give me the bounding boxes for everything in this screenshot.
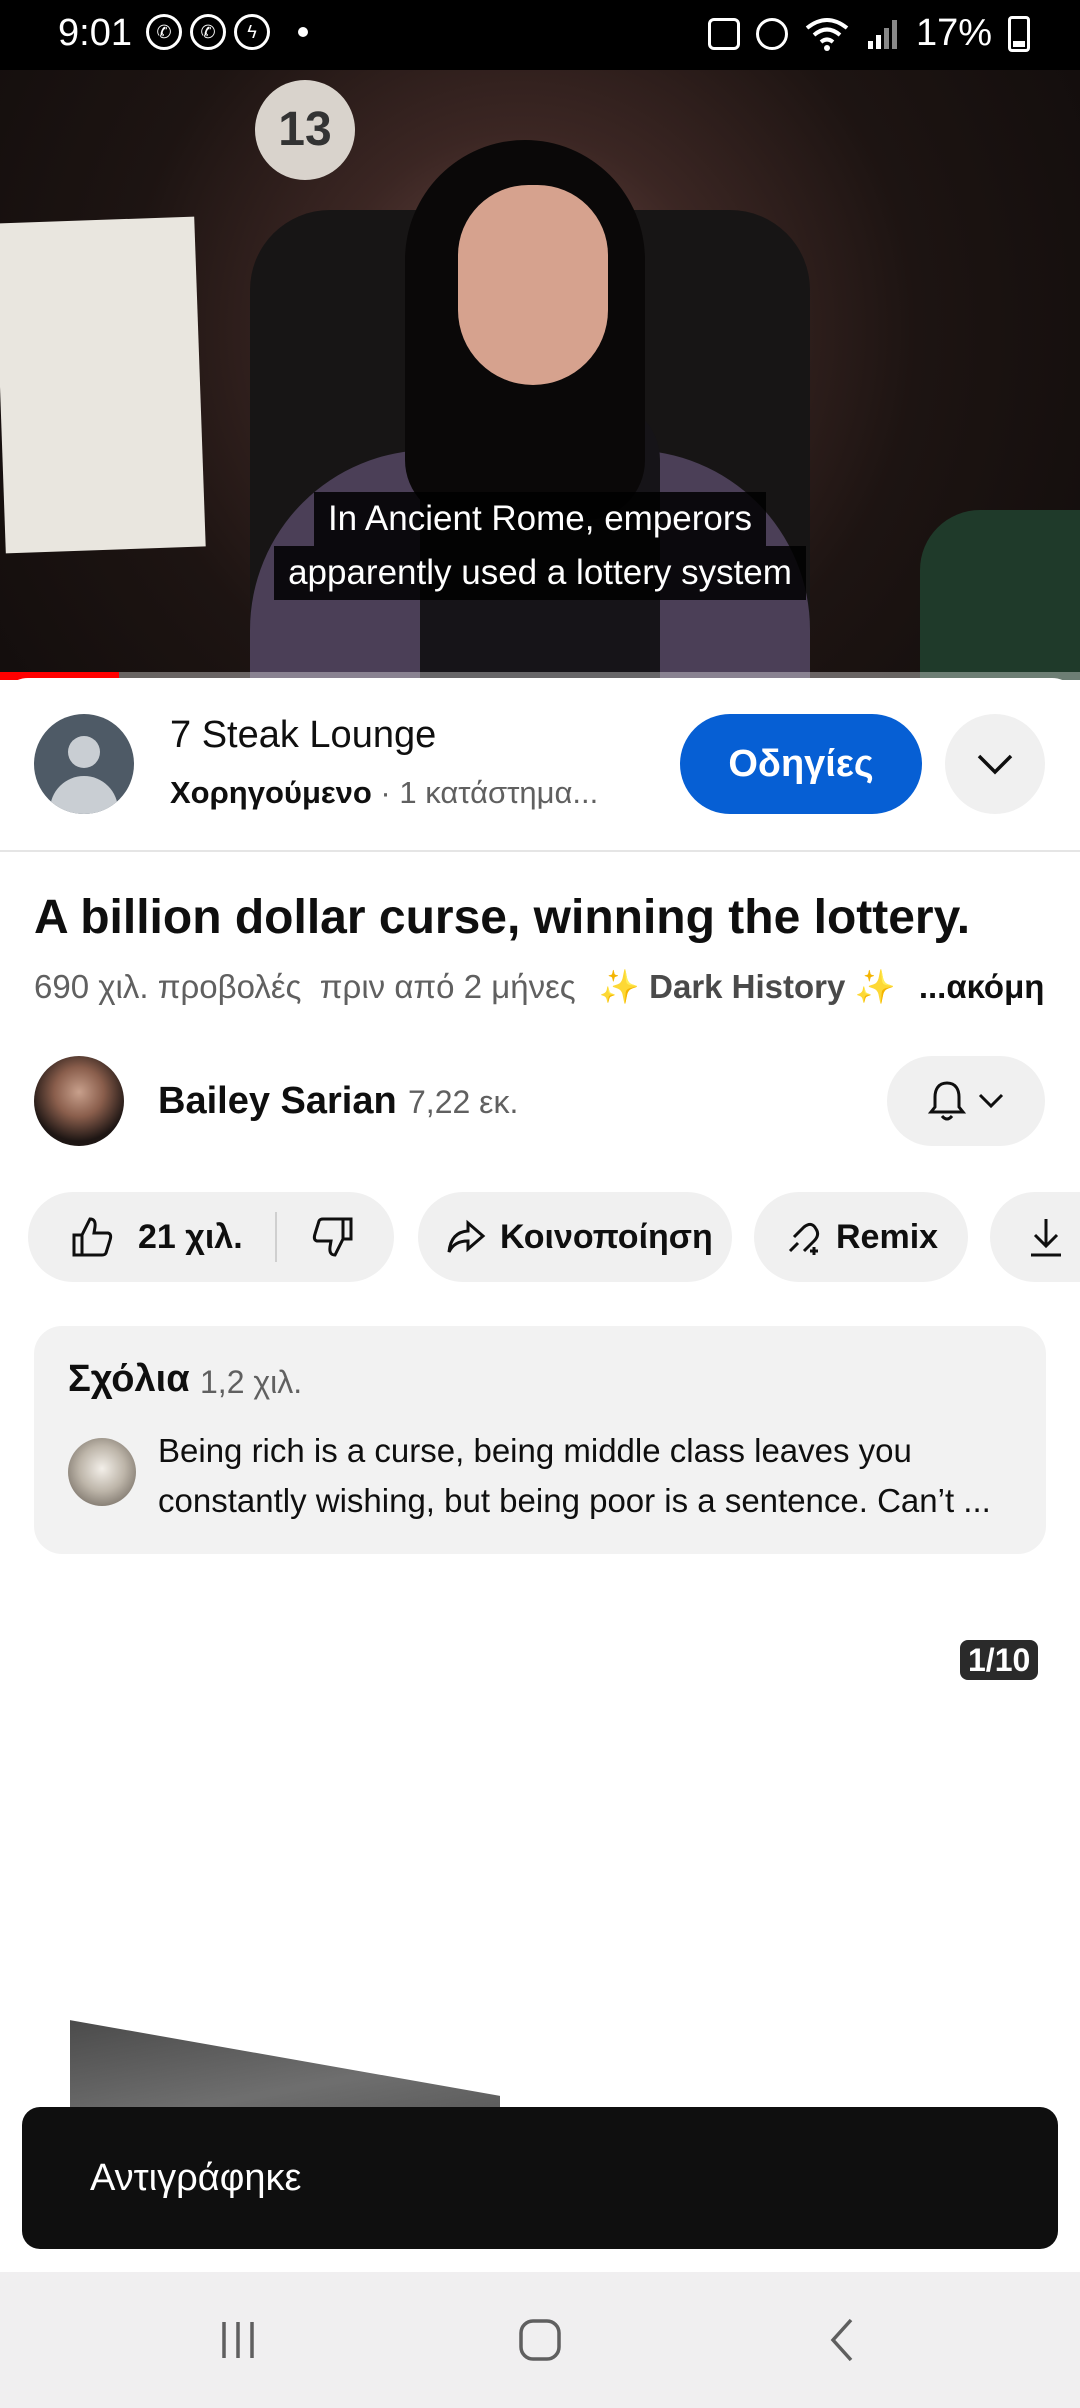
comments-count: 1,2 χιλ.: [200, 1364, 303, 1400]
video-meta[interactable]: 690 χιλ. προβολές πριν από 2 μήνες ✨ Dar…: [34, 968, 1044, 1007]
share-button[interactable]: Κοινοποίηση: [418, 1192, 732, 1282]
caption-line-2: apparently used a lottery system: [274, 546, 806, 600]
notifications-button[interactable]: [887, 1056, 1045, 1146]
back-button[interactable]: [802, 2308, 882, 2372]
more-notifications-dot: [298, 27, 308, 37]
bell-icon: [927, 1081, 967, 1121]
comments-heading: Σχόλια: [68, 1358, 190, 1400]
system-navigation-bar: [0, 2272, 1080, 2408]
directions-button[interactable]: Οδηγίες: [680, 714, 922, 814]
video-player[interactable]: 13 In Ancient Rome, emperors apparently …: [0, 70, 1080, 680]
thumbs-up-icon[interactable]: [70, 1215, 114, 1259]
share-icon: [447, 1219, 486, 1253]
video-caption: In Ancient Rome, emperors apparently use…: [0, 492, 1080, 600]
upload-age: πριν από 2 μήνες: [319, 968, 576, 1005]
video-frame-face: [458, 185, 608, 385]
remix-icon: [788, 1222, 820, 1255]
system-icons: 17%: [707, 12, 1030, 55]
status-bar: 9:01 ✆ ✆ ϟ 17%: [0, 0, 1080, 70]
remix-label: Remix: [836, 1217, 939, 1256]
back-icon: [830, 2318, 853, 2362]
home-icon: [519, 2319, 561, 2361]
action-chips: 21 χιλ. Κοινοποίηση Remix: [28, 1192, 1080, 1282]
like-count[interactable]: 21 χιλ.: [138, 1218, 243, 1257]
channel-avatar[interactable]: [34, 1056, 124, 1146]
home-button[interactable]: [500, 2308, 580, 2372]
recycle-icon: [707, 17, 740, 50]
thumbs-down-icon[interactable]: [311, 1215, 355, 1259]
view-count: 690 χιλ. προβολές: [34, 968, 302, 1005]
channel-name[interactable]: Bailey Sarian: [158, 1080, 397, 1123]
copied-toast: Αντιγράφηκε: [22, 2107, 1058, 2249]
channel-row[interactable]: Bailey Sarian 7,22 εκ.: [0, 1056, 1080, 1156]
recents-icon: [222, 2322, 254, 2358]
viber-icon: ✆: [146, 14, 182, 50]
battery-icon: [1008, 15, 1030, 52]
share-label: Κοινοποίηση: [500, 1217, 713, 1256]
like-dislike-pill: 21 χιλ.: [28, 1192, 394, 1282]
ad-subtitle: Χορηγούμενο · 1 κατάστημα...: [170, 775, 598, 811]
remix-button[interactable]: Remix: [754, 1192, 968, 1282]
sponsored-ad[interactable]: 7 Steak Lounge Χορηγούμενο · 1 κατάστημα…: [0, 678, 1080, 852]
status-time: 9:01: [58, 12, 132, 54]
signal-icon: [867, 19, 897, 49]
top-comment: Being rich is a curse, being middle clas…: [158, 1432, 991, 1519]
more-link[interactable]: ...ακόμη: [919, 968, 1045, 1005]
messenger-icon: ϟ: [234, 14, 270, 50]
chevron-down-icon: [977, 754, 1013, 775]
download-icon: [1031, 1219, 1061, 1257]
hashtag-link[interactable]: ✨ Dark History ✨: [599, 968, 896, 1005]
toast-message: Αντιγράφηκε: [90, 2156, 302, 2199]
ad-avatar: [34, 714, 134, 814]
ad-sponsored-label: Χορηγούμενο: [170, 775, 372, 810]
chevron-down-icon: [978, 1093, 1004, 1109]
commenter-avatar: [68, 1438, 136, 1506]
recents-button[interactable]: [198, 2308, 278, 2372]
notification-icons: ✆ ✆ ϟ: [146, 14, 308, 50]
caption-line-1: In Ancient Rome, emperors: [313, 492, 767, 546]
subscriber-count: 7,22 εκ.: [408, 1084, 519, 1120]
video-overlay-number: 13: [255, 80, 355, 180]
viber-icon-2: ✆: [190, 14, 226, 50]
download-button[interactable]: [990, 1192, 1080, 1282]
ad-detail: · 1 κατάστημα...: [371, 775, 599, 810]
video-title[interactable]: A billion dollar curse, winning the lott…: [34, 890, 970, 945]
ad-carousel-pager: 1/10: [960, 1640, 1039, 1680]
wifi-icon: [805, 17, 849, 51]
ad-expand-button[interactable]: [945, 714, 1045, 814]
ad-title: 7 Steak Lounge: [170, 714, 437, 756]
battery-percent: 17%: [915, 12, 992, 54]
video-details-sheet: 7 Steak Lounge Χορηγούμενο · 1 κατάστημα…: [0, 678, 1080, 2278]
alarm-icon: [755, 17, 788, 50]
comments-section[interactable]: Σχόλια 1,2 χιλ. Being rich is a curse, b…: [34, 1326, 1046, 1554]
